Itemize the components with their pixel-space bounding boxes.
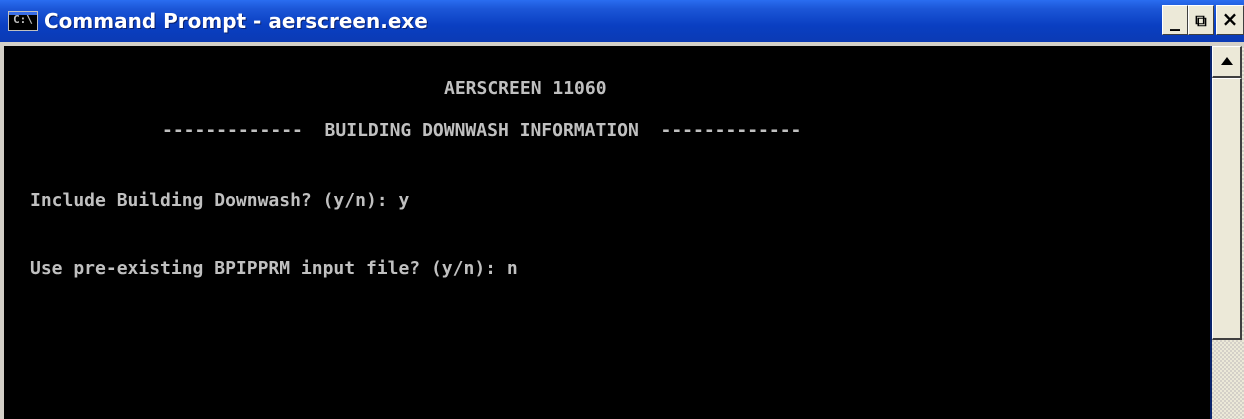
console-line-section-header: ------------- BUILDING DOWNWASH INFORMAT… <box>162 120 802 141</box>
console-line-bpipprm-prompt: Use pre-existing BPIPPRM input file? (y/… <box>30 258 518 279</box>
minimize-icon: _ <box>1170 7 1180 31</box>
command-prompt-window: C:\ Command Prompt - aerscreen.exe _ ⧉ ×… <box>0 0 1244 419</box>
close-button[interactable]: × <box>1216 5 1244 35</box>
window-controls: _ ⧉ × <box>1160 5 1244 37</box>
close-icon: × <box>1221 7 1239 31</box>
console-app-icon[interactable]: C:\ <box>8 11 38 31</box>
window-title: Command Prompt - aerscreen.exe <box>44 9 428 33</box>
console-line-program-title: AERSCREEN 11060 <box>444 78 607 99</box>
scroll-up-button[interactable] <box>1212 46 1242 78</box>
console-output[interactable]: AERSCREEN 11060 ------------- BUILDING D… <box>4 46 1210 419</box>
minimize-button[interactable]: _ <box>1162 5 1188 35</box>
restore-button[interactable]: ⧉ <box>1188 5 1214 35</box>
console-line-downwash-prompt: Include Building Downwash? (y/n): y <box>30 190 410 211</box>
title-bar[interactable]: C:\ Command Prompt - aerscreen.exe _ ⧉ × <box>0 0 1244 42</box>
arrow-up-icon <box>1221 57 1233 65</box>
restore-icon: ⧉ <box>1195 11 1207 30</box>
scrollbar-thumb[interactable] <box>1212 78 1242 340</box>
vertical-scrollbar[interactable] <box>1212 46 1244 419</box>
